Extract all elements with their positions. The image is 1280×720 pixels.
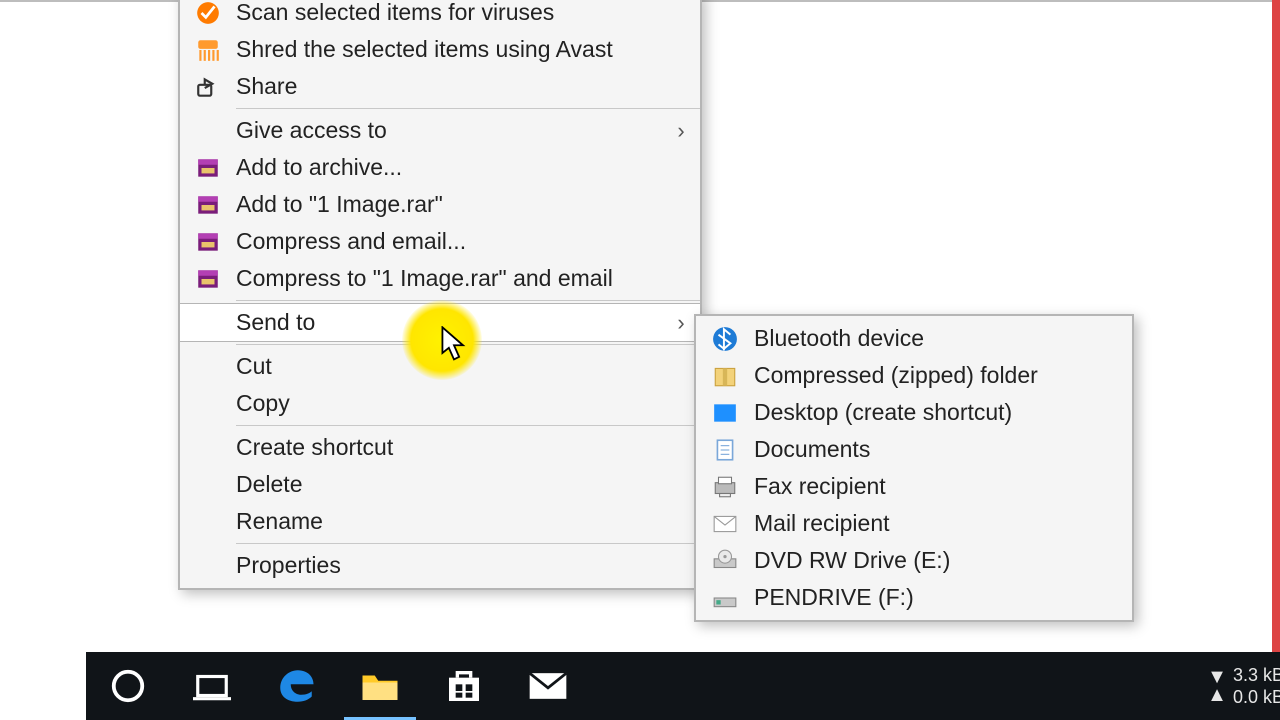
- submenu-item-label: DVD RW Drive (E:): [754, 547, 1132, 574]
- store-icon: [444, 666, 484, 706]
- menu-item-compress-rar-email[interactable]: Compress to "1 Image.rar" and email: [180, 260, 700, 297]
- bluetooth-icon: [696, 326, 754, 352]
- menu-item-label: Compress and email...: [236, 228, 700, 255]
- taskbar: ▼ ▲ 3.3 kB 0.0 kB: [86, 652, 1280, 720]
- submenu-item-label: PENDRIVE (F:): [754, 584, 1132, 611]
- menu-item-create-shortcut[interactable]: Create shortcut: [180, 429, 700, 466]
- submenu-item-fax[interactable]: Fax recipient: [696, 468, 1132, 505]
- chevron-right-icon: ›: [662, 118, 700, 144]
- avast-scan-icon: [180, 0, 236, 26]
- menu-item-send-to[interactable]: Send to ›: [180, 303, 700, 342]
- avast-shred-icon: [180, 37, 236, 63]
- menu-separator: [236, 108, 700, 109]
- context-menu: Scan selected items for viruses Shred th…: [178, 0, 702, 590]
- submenu-item-desktop[interactable]: Desktop (create shortcut): [696, 394, 1132, 431]
- winrar-icon: [180, 192, 236, 218]
- task-view-icon: [193, 667, 231, 705]
- submenu-item-label: Mail recipient: [754, 510, 1132, 537]
- taskbar-task-view[interactable]: [170, 652, 254, 720]
- menu-separator: [236, 425, 700, 426]
- menu-item-delete[interactable]: Delete: [180, 466, 700, 503]
- pendrive-icon: [696, 585, 754, 611]
- menu-item-label: Create shortcut: [236, 434, 700, 461]
- menu-item-label: Properties: [236, 552, 700, 579]
- menu-item-label: Shred the selected items using Avast: [236, 36, 700, 63]
- fax-icon: [696, 474, 754, 500]
- submenu-item-label: Fax recipient: [754, 473, 1132, 500]
- winrar-icon: [180, 229, 236, 255]
- menu-separator: [236, 543, 700, 544]
- submenu-item-mail[interactable]: Mail recipient: [696, 505, 1132, 542]
- submenu-item-label: Compressed (zipped) folder: [754, 362, 1132, 389]
- submenu-item-label: Bluetooth device: [754, 325, 1132, 352]
- submenu-item-label: Documents: [754, 436, 1132, 463]
- dvd-drive-icon: [696, 548, 754, 574]
- menu-item-label: Add to archive...: [236, 154, 700, 181]
- download-rate: 3.3 kB: [1233, 664, 1280, 686]
- send-to-submenu: Bluetooth device Compressed (zipped) fol…: [694, 314, 1134, 622]
- menu-item-scan-viruses[interactable]: Scan selected items for viruses: [180, 0, 700, 31]
- menu-item-properties[interactable]: Properties: [180, 547, 700, 584]
- taskbar-file-explorer[interactable]: [338, 652, 422, 720]
- menu-item-rename[interactable]: Rename: [180, 503, 700, 540]
- menu-item-share[interactable]: Share: [180, 68, 700, 105]
- menu-item-label: Delete: [236, 471, 700, 498]
- submenu-item-documents[interactable]: Documents: [696, 431, 1132, 468]
- menu-item-cut[interactable]: Cut: [180, 348, 700, 385]
- submenu-item-dvd[interactable]: DVD RW Drive (E:): [696, 542, 1132, 579]
- menu-item-label: Compress to "1 Image.rar" and email: [236, 265, 700, 292]
- menu-item-label: Rename: [236, 508, 700, 535]
- edge-icon: [275, 665, 317, 707]
- submenu-item-bluetooth[interactable]: Bluetooth device: [696, 320, 1132, 357]
- menu-item-label: Share: [236, 73, 700, 100]
- desktop-icon: [696, 400, 754, 426]
- menu-separator: [236, 344, 700, 345]
- upload-arrow-icon: ▲: [1207, 686, 1227, 704]
- zip-folder-icon: [696, 363, 754, 389]
- menu-item-shred[interactable]: Shred the selected items using Avast: [180, 31, 700, 68]
- submenu-item-pendrive[interactable]: PENDRIVE (F:): [696, 579, 1132, 616]
- menu-item-label: Copy: [236, 390, 700, 417]
- menu-item-label: Send to: [236, 309, 662, 336]
- menu-item-copy[interactable]: Copy: [180, 385, 700, 422]
- taskbar-mail[interactable]: [506, 652, 590, 720]
- menu-item-compress-email[interactable]: Compress and email...: [180, 223, 700, 260]
- menu-item-label: Cut: [236, 353, 700, 380]
- taskbar-network-meter: ▼ ▲ 3.3 kB 0.0 kB: [1207, 652, 1280, 720]
- winrar-icon: [180, 266, 236, 292]
- file-explorer-icon: [359, 665, 401, 707]
- menu-item-add-archive[interactable]: Add to archive...: [180, 149, 700, 186]
- menu-item-label: Scan selected items for viruses: [236, 0, 700, 26]
- submenu-item-label: Desktop (create shortcut): [754, 399, 1132, 426]
- documents-icon: [696, 437, 754, 463]
- menu-item-give-access[interactable]: Give access to ›: [180, 112, 700, 149]
- upload-rate: 0.0 kB: [1233, 686, 1280, 708]
- menu-item-label: Give access to: [236, 117, 662, 144]
- mail-app-icon: [526, 664, 570, 708]
- scrollbar-edge: [1272, 0, 1280, 652]
- cortana-icon: [109, 667, 147, 705]
- submenu-item-zip[interactable]: Compressed (zipped) folder: [696, 357, 1132, 394]
- share-icon: [180, 74, 236, 100]
- menu-item-add-to-rar[interactable]: Add to "1 Image.rar": [180, 186, 700, 223]
- taskbar-edge[interactable]: [254, 652, 338, 720]
- taskbar-cortana[interactable]: [86, 652, 170, 720]
- menu-separator: [236, 300, 700, 301]
- menu-item-label: Add to "1 Image.rar": [236, 191, 700, 218]
- mail-icon: [696, 511, 754, 537]
- taskbar-store[interactable]: [422, 652, 506, 720]
- winrar-icon: [180, 155, 236, 181]
